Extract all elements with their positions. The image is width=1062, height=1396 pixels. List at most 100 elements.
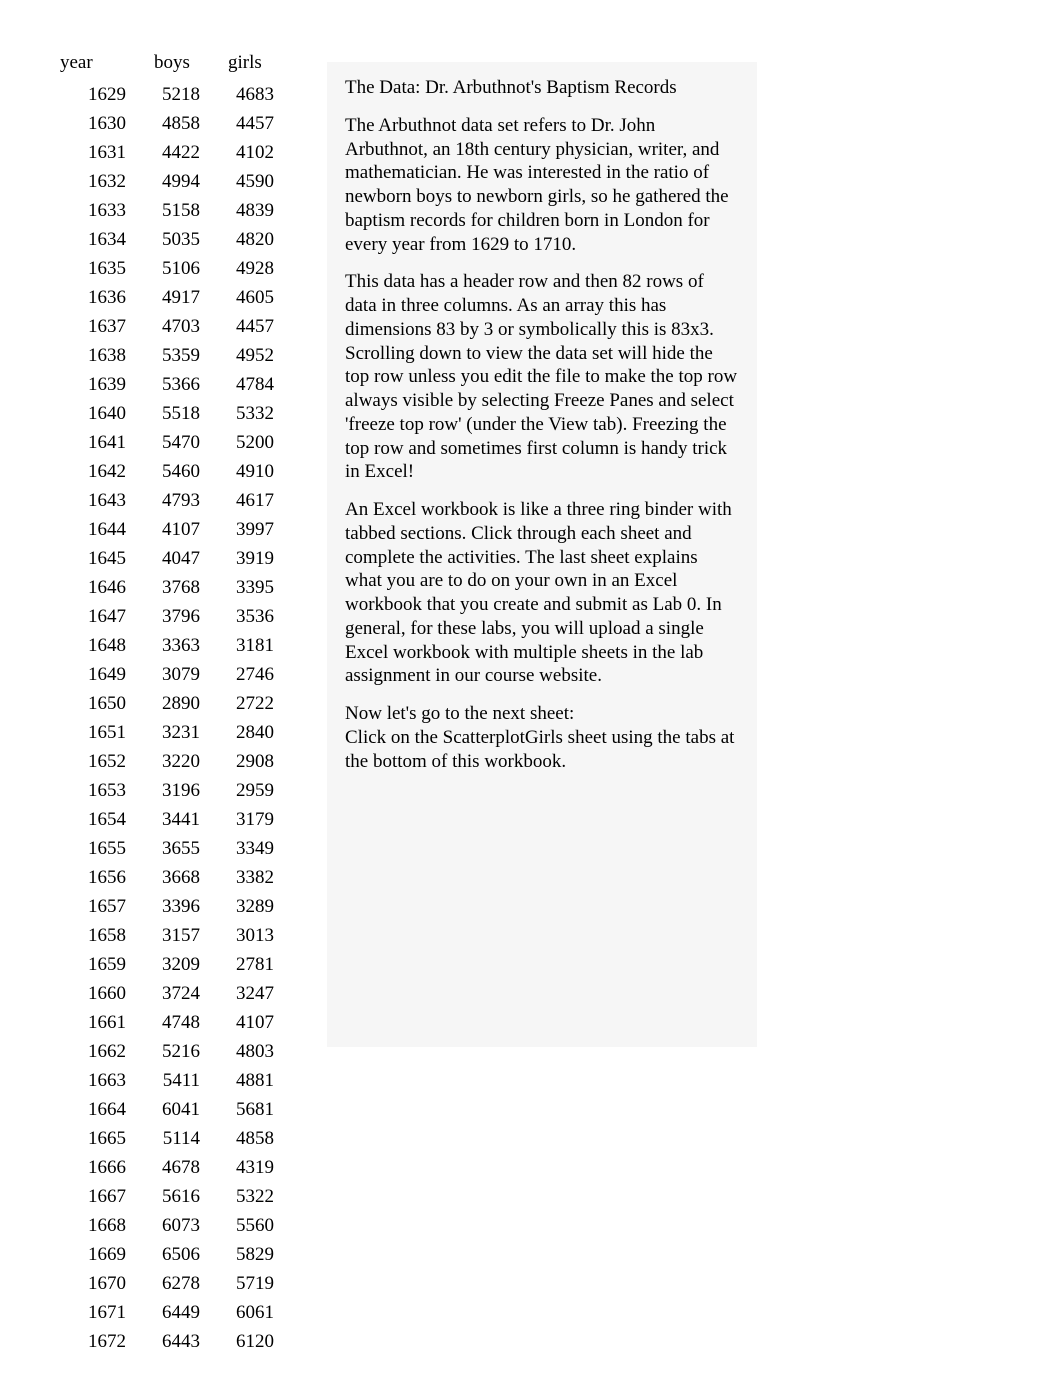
cell-girls: 4839	[218, 196, 292, 225]
table-row: 163747034457	[60, 312, 292, 341]
cell-girls: 3919	[218, 544, 292, 573]
cell-boys: 5216	[144, 1037, 218, 1066]
cell-girls: 3997	[218, 515, 292, 544]
page-content: year boys girls 162952184683163048584457…	[0, 0, 1062, 1396]
table-row: 165028902722	[60, 689, 292, 718]
table-row: 165132312840	[60, 718, 292, 747]
cell-year: 1660	[60, 979, 144, 1008]
table-row: 167164496061	[60, 1298, 292, 1327]
cell-boys: 3768	[144, 573, 218, 602]
header-boys: boys	[144, 50, 218, 80]
cell-boys: 5518	[144, 399, 218, 428]
table-row: 163853594952	[60, 341, 292, 370]
cell-girls: 3289	[218, 892, 292, 921]
cell-year: 1634	[60, 225, 144, 254]
cell-boys: 6506	[144, 1240, 218, 1269]
cell-year: 1632	[60, 167, 144, 196]
cell-year: 1655	[60, 834, 144, 863]
cell-girls: 2908	[218, 747, 292, 776]
cell-boys: 3209	[144, 950, 218, 979]
table-row: 164833633181	[60, 631, 292, 660]
table-row: 164540473919	[60, 544, 292, 573]
cell-year: 1658	[60, 921, 144, 950]
cell-year: 1652	[60, 747, 144, 776]
cell-girls: 4952	[218, 341, 292, 370]
cell-year: 1647	[60, 602, 144, 631]
cell-boys: 4703	[144, 312, 218, 341]
cell-boys: 4422	[144, 138, 218, 167]
table-row: 164637683395	[60, 573, 292, 602]
table-row: 166252164803	[60, 1037, 292, 1066]
table-header-row: year boys girls	[60, 50, 292, 80]
cell-boys: 4678	[144, 1153, 218, 1182]
cell-year: 1638	[60, 341, 144, 370]
cell-boys: 3079	[144, 660, 218, 689]
table-row: 166551144858	[60, 1124, 292, 1153]
cell-girls: 6061	[218, 1298, 292, 1327]
cell-year: 1635	[60, 254, 144, 283]
cell-boys: 3220	[144, 747, 218, 776]
cell-year: 1636	[60, 283, 144, 312]
cell-girls: 4319	[218, 1153, 292, 1182]
cell-girls: 3382	[218, 863, 292, 892]
table-row: 164154705200	[60, 428, 292, 457]
table-row: 164055185332	[60, 399, 292, 428]
table-row: 163144224102	[60, 138, 292, 167]
table-row: 164737963536	[60, 602, 292, 631]
cell-girls: 2781	[218, 950, 292, 979]
cell-boys: 3231	[144, 718, 218, 747]
table-row: 163249944590	[60, 167, 292, 196]
table-row: 166756165322	[60, 1182, 292, 1211]
table-row: 165434413179	[60, 805, 292, 834]
table-row: 163450354820	[60, 225, 292, 254]
cell-year: 1648	[60, 631, 144, 660]
header-year: year	[60, 50, 144, 80]
cell-girls: 4457	[218, 109, 292, 138]
cell-boys: 4748	[144, 1008, 218, 1037]
cell-boys: 5114	[144, 1124, 218, 1153]
cell-girls: 3179	[218, 805, 292, 834]
cell-girls: 5681	[218, 1095, 292, 1124]
cell-boys: 4994	[144, 167, 218, 196]
cell-girls: 2746	[218, 660, 292, 689]
cell-boys: 3655	[144, 834, 218, 863]
cell-girls: 5829	[218, 1240, 292, 1269]
cell-girls: 2722	[218, 689, 292, 718]
description-panel: The Data: Dr. Arbuthnot's Baptism Record…	[327, 62, 757, 1047]
table-row: 166354114881	[60, 1066, 292, 1095]
cell-boys: 3363	[144, 631, 218, 660]
cell-year: 1649	[60, 660, 144, 689]
table-row: 165831573013	[60, 921, 292, 950]
baptism-data-table: year boys girls 162952184683163048584457…	[60, 50, 292, 1356]
cell-girls: 4820	[218, 225, 292, 254]
cell-boys: 6278	[144, 1269, 218, 1298]
cell-boys: 5158	[144, 196, 218, 225]
cell-girls: 4928	[218, 254, 292, 283]
cell-girls: 4617	[218, 486, 292, 515]
cell-boys: 5460	[144, 457, 218, 486]
cell-girls: 3536	[218, 602, 292, 631]
cell-boys: 3724	[144, 979, 218, 1008]
cell-year: 1645	[60, 544, 144, 573]
cell-boys: 6443	[144, 1327, 218, 1356]
cell-boys: 3668	[144, 863, 218, 892]
cell-year: 1643	[60, 486, 144, 515]
next-sheet-line-2: Click on the ScatterplotGirls sheet usin…	[345, 727, 734, 772]
cell-year: 1637	[60, 312, 144, 341]
cell-boys: 4858	[144, 109, 218, 138]
cell-year: 1642	[60, 457, 144, 486]
cell-year: 1661	[60, 1008, 144, 1037]
cell-year: 1650	[60, 689, 144, 718]
table-row: 164441073997	[60, 515, 292, 544]
table-row: 166860735560	[60, 1211, 292, 1240]
cell-girls: 5322	[218, 1182, 292, 1211]
table-row: 167264436120	[60, 1327, 292, 1356]
table-row: 165536553349	[60, 834, 292, 863]
cell-boys: 4107	[144, 515, 218, 544]
cell-year: 1651	[60, 718, 144, 747]
cell-year: 1664	[60, 1095, 144, 1124]
cell-boys: 6073	[144, 1211, 218, 1240]
cell-year: 1629	[60, 80, 144, 109]
cell-year: 1672	[60, 1327, 144, 1356]
cell-year: 1671	[60, 1298, 144, 1327]
